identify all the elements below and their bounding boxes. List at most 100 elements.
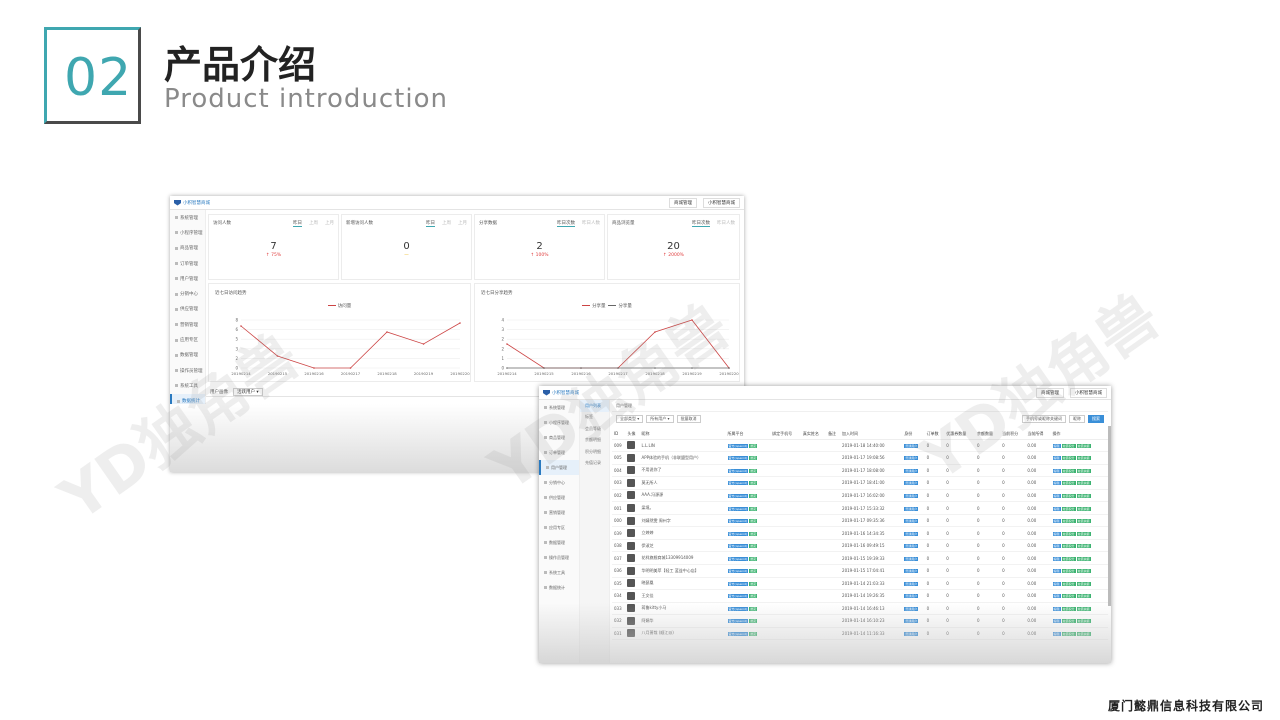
edit-button[interactable]: 编辑 [1052,619,1061,624]
sidebar-item-products[interactable]: 商品管理 [539,430,579,445]
edit-button[interactable]: 编辑 [1052,606,1061,611]
recharge-points-button[interactable]: 充值积分 [1061,443,1076,448]
search-button[interactable]: 搜索 [1088,415,1104,423]
search-input[interactable]: 手机号或昵称关键词 [1022,415,1066,423]
edit-button[interactable]: 编辑 [1052,569,1061,574]
sidebar-item-data[interactable]: 数据管理 [539,535,579,550]
recharge-balance-button[interactable]: 充值余额 [1076,594,1091,599]
recharge-points-button[interactable]: 充值积分 [1061,569,1076,574]
sidebar-item-distribution[interactable]: 分销中心 [170,286,205,301]
type-filter-select[interactable]: 全部类型 ▾ [616,415,644,423]
recharge-balance-button[interactable]: 充值余额 [1076,544,1091,549]
recharge-points-button[interactable]: 充值积分 [1061,456,1076,461]
sidebar-item-operators[interactable]: 操作员管理 [170,363,205,378]
tab-times[interactable]: 昨日次数 [692,220,710,227]
sidebar-item-orders[interactable]: 订单管理 [170,256,205,271]
sidebar-item-miniprogram[interactable]: 小程序管理 [170,225,205,240]
sidebar-item-statistics[interactable]: 数据统计 [539,580,579,595]
edit-button[interactable]: 编辑 [1052,456,1061,461]
recharge-points-button[interactable]: 充值积分 [1061,581,1076,586]
sidebar-item-supply[interactable]: 供应管理 [539,490,579,505]
tab-yesterday[interactable]: 昨日 [293,220,302,227]
sidebar-item-data[interactable]: 数据管理 [170,348,205,363]
edit-button[interactable]: 编辑 [1052,631,1061,636]
sidebar-item-apps[interactable]: 应用专区 [170,332,205,347]
tab-last-month[interactable]: 上月 [458,220,467,227]
sidebar-item-operators[interactable]: 操作员管理 [539,550,579,565]
sidebar-item-system[interactable]: 系统管理 [539,400,579,415]
recharge-balance-button[interactable]: 充值余额 [1076,456,1091,461]
sidebar-item-products[interactable]: 商品管理 [170,241,205,256]
edit-button[interactable]: 编辑 [1052,544,1061,549]
submenu-item[interactable]: 充值记录 [580,458,609,470]
batch-cancel-button[interactable]: 批量取消 [676,415,701,423]
recharge-points-button[interactable]: 充值积分 [1061,519,1076,524]
recharge-balance-button[interactable]: 充值余额 [1076,556,1091,561]
edit-button[interactable]: 编辑 [1052,531,1061,536]
sidebar-item-users[interactable]: 用户管理 [539,460,579,475]
search-field-select[interactable]: 昵称 [1069,415,1085,423]
recharge-balance-button[interactable]: 充值余额 [1076,531,1091,536]
recharge-balance-button[interactable]: 充值余额 [1076,569,1091,574]
recharge-balance-button[interactable]: 充值余额 [1076,468,1091,473]
recharge-points-button[interactable]: 充值积分 [1061,556,1076,561]
recharge-points-button[interactable]: 充值积分 [1061,468,1076,473]
submenu-item[interactable]: 积分明细 [580,446,609,458]
edit-button[interactable]: 编辑 [1052,443,1061,448]
edit-button[interactable]: 编辑 [1052,481,1061,486]
tab-yesterday[interactable]: 昨日 [426,220,435,227]
sidebar-item-distribution[interactable]: 分销中心 [539,475,579,490]
sidebar-item-orders[interactable]: 订单管理 [539,445,579,460]
recharge-balance-button[interactable]: 充值余额 [1076,481,1091,486]
shop-manage-button[interactable]: 商城管理 [669,197,697,208]
edit-button[interactable]: 编辑 [1052,594,1061,599]
recharge-points-button[interactable]: 充值积分 [1061,631,1076,636]
recharge-balance-button[interactable]: 充值余额 [1076,619,1091,624]
sidebar-item-miniprogram[interactable]: 小程序管理 [539,415,579,430]
recharge-balance-button[interactable]: 充值余额 [1076,493,1091,498]
recharge-points-button[interactable]: 充值积分 [1061,481,1076,486]
recharge-balance-button[interactable]: 充值余额 [1076,519,1091,524]
recharge-points-button[interactable]: 充值积分 [1061,506,1076,511]
sidebar-item-marketing[interactable]: 营销管理 [539,505,579,520]
submenu-item[interactable]: 会员等级 [580,423,609,435]
submenu-item[interactable]: 用户列表 [580,400,609,412]
tab-people[interactable]: 昨日人数 [582,220,600,227]
recharge-balance-button[interactable]: 充值余额 [1076,443,1091,448]
recharge-points-button[interactable]: 充值积分 [1061,606,1076,611]
edit-button[interactable]: 编辑 [1052,581,1061,586]
sidebar-item-tools[interactable]: 系统工具 [170,378,205,393]
edit-button[interactable]: 编辑 [1052,468,1061,473]
recharge-balance-button[interactable]: 充值余额 [1076,581,1091,586]
sidebar-item-system[interactable]: 系统管理 [170,210,205,225]
scrollbar[interactable] [1108,426,1111,606]
tab-times[interactable]: 昨日次数 [557,220,575,227]
recharge-balance-button[interactable]: 充值余额 [1076,606,1091,611]
sidebar-item-users[interactable]: 用户管理 [170,271,205,286]
recharge-points-button[interactable]: 充值积分 [1061,544,1076,549]
recharge-points-button[interactable]: 充值积分 [1061,594,1076,599]
recharge-balance-button[interactable]: 充值余额 [1076,506,1091,511]
edit-button[interactable]: 编辑 [1052,556,1061,561]
edit-button[interactable]: 编辑 [1052,506,1061,511]
user-filter-select[interactable]: 所有用户 ▾ [646,415,674,423]
recharge-points-button[interactable]: 充值积分 [1061,619,1076,624]
edit-button[interactable]: 编辑 [1052,493,1061,498]
sidebar-item-marketing[interactable]: 营销管理 [170,317,205,332]
tab-people[interactable]: 昨日人数 [717,220,735,227]
recharge-points-button[interactable]: 充值积分 [1061,493,1076,498]
recharge-points-button[interactable]: 充值积分 [1061,531,1076,536]
submenu-item[interactable]: 余额明细 [580,435,609,447]
account-menu-button[interactable]: 小积智慧商城 [703,197,740,208]
sidebar-item-apps[interactable]: 应用专区 [539,520,579,535]
account-menu-button[interactable]: 小积智慧商城 [1070,387,1107,398]
user-profile-select[interactable]: 活跃用户 ▾ [233,387,263,396]
sidebar-item-tools[interactable]: 系统工具 [539,565,579,580]
sidebar-item-supply[interactable]: 供应管理 [170,302,205,317]
submenu-item[interactable]: 标签 [580,412,609,424]
shop-manage-button[interactable]: 商城管理 [1036,387,1064,398]
recharge-balance-button[interactable]: 充值余额 [1076,631,1091,636]
edit-button[interactable]: 编辑 [1052,519,1061,524]
tab-last-month[interactable]: 上月 [325,220,334,227]
tab-last-week[interactable]: 上周 [309,220,318,227]
